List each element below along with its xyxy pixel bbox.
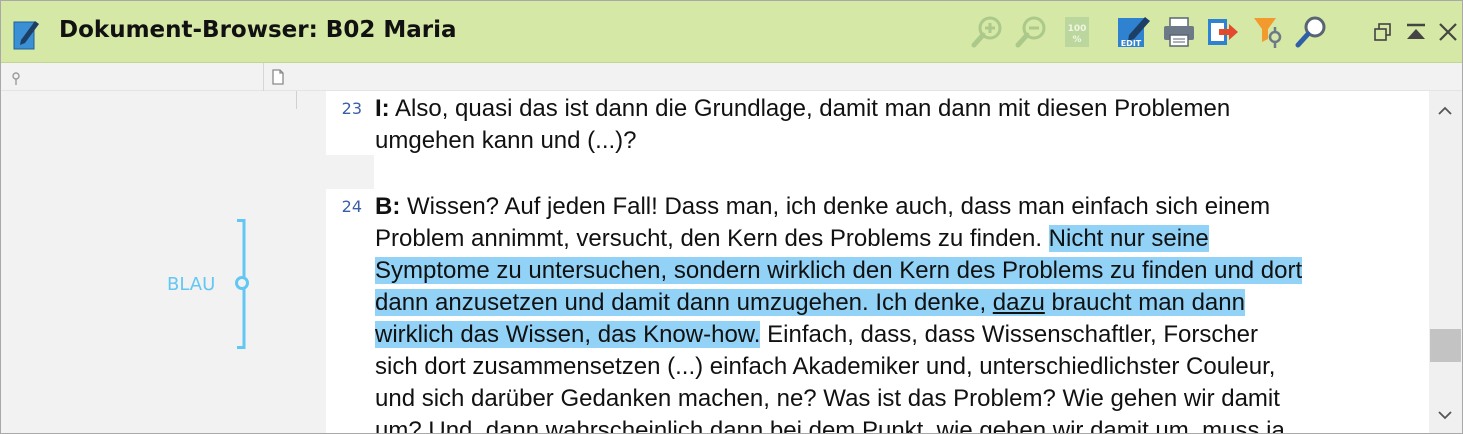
speaker-label: B: — [375, 193, 401, 220]
search-icon[interactable] — [1295, 15, 1329, 49]
code-label[interactable]: BLAU — [167, 274, 215, 295]
paragraph-gutter — [263, 91, 326, 433]
code-pin-icon — [7, 69, 25, 87]
paragraph-spacer — [326, 155, 374, 189]
filter-codes-icon[interactable] — [1251, 15, 1285, 49]
speaker-label: I: — [375, 95, 390, 122]
page-icon — [269, 68, 287, 86]
document-text-area[interactable]: 23 I: Also, quasi das ist dann die Grund… — [326, 91, 1429, 433]
column-header-row — [1, 63, 1462, 91]
scroll-down-icon[interactable] — [1433, 403, 1457, 427]
close-icon[interactable] — [1433, 15, 1462, 49]
zoom-100-icon[interactable]: 100 % — [1060, 15, 1094, 49]
document-edit-icon — [13, 18, 39, 50]
underlined-word: dazu — [992, 289, 1045, 316]
scrollbar-thumb[interactable] — [1430, 329, 1461, 362]
paragraph-number: 23 — [341, 99, 362, 118]
document-browser-window: Dokument-Browser: B02 Maria 100 % EDIT B… — [0, 0, 1463, 434]
restore-window-icon[interactable] — [1368, 15, 1398, 49]
edit-label: EDIT — [1121, 39, 1142, 48]
paragraph-24[interactable]: B: Wissen? Auf jeden Fall! Dass man, ich… — [375, 191, 1427, 433]
paragraph-23[interactable]: I: Also, quasi das ist dann die Grundlag… — [375, 93, 1427, 157]
column-divider[interactable] — [263, 63, 264, 91]
zoom-in-icon[interactable] — [971, 15, 1005, 49]
paragraph-number: 24 — [341, 197, 362, 216]
zoom-out-icon[interactable] — [1015, 15, 1049, 49]
edit-icon[interactable]: EDIT — [1117, 15, 1151, 49]
coded-segment[interactable]: dann anzusetzen und damit dann umzugehen… — [375, 289, 1245, 316]
collapse-icon[interactable] — [1401, 15, 1431, 49]
title-bar: Dokument-Browser: B02 Maria 100 % EDIT — [1, 1, 1462, 63]
export-icon[interactable] — [1205, 15, 1239, 49]
scroll-up-icon[interactable] — [1433, 99, 1457, 123]
code-stripes-panel: BLAU — [1, 91, 263, 433]
coded-segment[interactable]: Nicht nur seine — [1048, 225, 1209, 252]
gutter-divider — [296, 91, 297, 109]
window-title: Dokument-Browser: B02 Maria — [59, 17, 457, 43]
coded-segment[interactable]: Symptome zu untersuchen, sondern wirklic… — [375, 257, 1303, 284]
zoom-100-label: 100 — [1068, 24, 1087, 34]
print-icon[interactable] — [1162, 15, 1196, 49]
code-stripe[interactable] — [229, 219, 255, 349]
vertical-scrollbar[interactable] — [1429, 91, 1462, 433]
svg-text:%: % — [1072, 35, 1081, 45]
coded-segment[interactable]: wirklich das Wissen, das Know-how. — [375, 321, 761, 348]
